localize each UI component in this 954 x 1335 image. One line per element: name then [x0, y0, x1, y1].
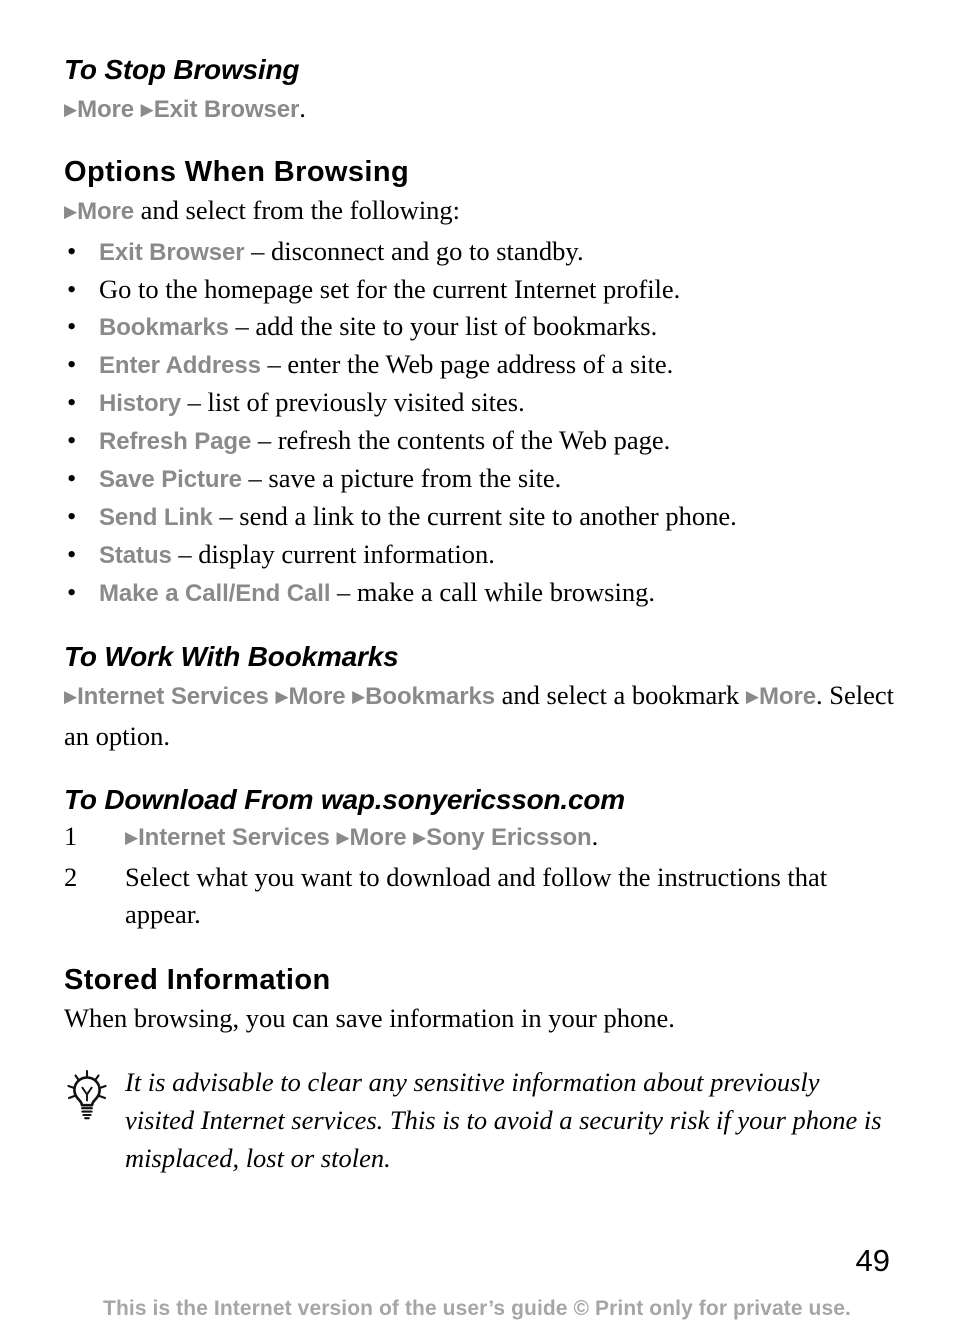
page-number: 49: [855, 1243, 890, 1278]
page-content: To Stop Browsing ▶More ▶Exit Browser. Op…: [64, 52, 894, 1177]
bullet-icon: •: [67, 349, 77, 379]
list-item: 2 Select what you want to download and f…: [64, 859, 894, 933]
download-step-trailing: .: [591, 821, 599, 851]
heading-to-download-from: To Download From wap.sonyericsson.com: [64, 784, 625, 815]
path-arrow-icon: ▶: [64, 100, 78, 120]
path-arrow-icon: ▶: [352, 687, 366, 707]
ui-term-more: More: [759, 683, 816, 710]
list-item: • Make a Call/End Call – make a call whi…: [64, 574, 894, 612]
ui-term-exit-browser: Exit Browser: [99, 239, 245, 266]
path-arrow-icon: ▶: [140, 100, 154, 120]
list-item: • Exit Browser – disconnect and go to st…: [64, 233, 894, 271]
bookmarks-mid-text: and select a bookmark: [495, 680, 746, 710]
bullet-description: – make a call while browsing.: [330, 577, 655, 607]
stored-information-body: When browsing, you can save information …: [64, 1003, 675, 1033]
list-item: • Go to the homepage set for the current…: [64, 271, 894, 308]
ui-term-more: More: [349, 824, 407, 851]
path-arrow-icon: ▶: [64, 687, 78, 707]
heading-to-stop-browsing: To Stop Browsing: [64, 54, 300, 85]
path-arrow-icon: ▶: [275, 687, 289, 707]
list-item: • Send Link – send a link to the current…: [64, 498, 894, 536]
ui-term-refresh-page: Refresh Page: [99, 428, 252, 455]
bullet-icon: •: [67, 539, 77, 569]
bullet-icon: •: [67, 501, 77, 531]
options-intro-text: and select from the following:: [134, 195, 461, 225]
bullet-icon: •: [67, 236, 77, 266]
bullet-icon: •: [67, 425, 77, 455]
bullet-icon: •: [67, 577, 77, 607]
list-item: • Refresh Page – refresh the contents of…: [64, 422, 894, 460]
bullet-description: – add the site to your list of bookmarks…: [228, 311, 658, 341]
work-with-bookmarks-path: ▶Internet Services ▶More ▶Bookmarks and …: [64, 677, 894, 755]
bullet-description: – refresh the contents of the Web page.: [251, 425, 671, 455]
ui-term-make-a-call-end-call: Make a Call/End Call: [99, 580, 331, 607]
ui-term-send-link: Send Link: [99, 504, 213, 531]
ui-term-bookmarks: Bookmarks: [365, 683, 495, 710]
bullet-description: Go to the homepage set for the current I…: [99, 274, 681, 304]
ui-term-bookmarks: Bookmarks: [99, 314, 229, 341]
tip-note-text: It is advisable to clear any sensitive i…: [125, 1067, 882, 1173]
stop-browsing-path-trailing: .: [299, 93, 306, 123]
ui-term-more: More: [77, 96, 135, 123]
bullet-description: – send a link to the current site to ano…: [212, 501, 737, 531]
path-arrow-icon: ▶: [125, 828, 139, 848]
ui-term-sony-ericsson: Sony Ericsson: [426, 824, 592, 851]
options-bullet-list: • Exit Browser – disconnect and go to st…: [64, 233, 894, 612]
bullet-description: – list of previously visited sites.: [181, 387, 525, 417]
list-item: • Bookmarks – add the site to your list …: [64, 308, 894, 346]
list-item: • History – list of previously visited s…: [64, 384, 894, 422]
bullet-icon: •: [67, 311, 77, 341]
ui-term-status: Status: [99, 542, 172, 569]
bullet-description: – display current information.: [171, 539, 495, 569]
bullet-description: – save a picture from the site.: [241, 463, 562, 493]
footer-copyright-note: This is the Internet version of the user…: [103, 1297, 851, 1320]
path-arrow-icon: ▶: [745, 687, 759, 707]
bullet-icon: •: [67, 463, 77, 493]
section-stop-browsing: To Stop Browsing ▶More ▶Exit Browser.: [64, 52, 894, 131]
bullet-icon: •: [67, 387, 77, 417]
heading-options-when-browsing: Options When Browsing: [64, 156, 410, 188]
bullet-description: – enter the Web page address of a site.: [260, 349, 674, 379]
ui-term-more: More: [77, 198, 135, 225]
ui-term-internet-services: Internet Services: [138, 824, 330, 851]
options-intro-line: ▶More and select from the following:: [64, 192, 894, 233]
section-download: To Download From wap.sonyericsson.com 1 …: [64, 782, 894, 933]
path-arrow-icon: ▶: [336, 828, 350, 848]
ui-term-enter-address: Enter Address: [99, 352, 261, 379]
section-work-with-bookmarks: To Work With Bookmarks ▶Internet Service…: [64, 639, 894, 755]
bullet-description: – disconnect and go to standby.: [244, 236, 584, 266]
section-options-when-browsing: Options When Browsing ▶More and select f…: [64, 153, 894, 612]
list-item: 1 ▶Internet Services ▶More ▶Sony Ericsso…: [64, 818, 894, 859]
stop-browsing-path: ▶More ▶Exit Browser.: [64, 90, 894, 131]
ui-term-save-picture: Save Picture: [99, 466, 242, 493]
step-number: 2: [64, 862, 78, 892]
heading-to-work-with-bookmarks: To Work With Bookmarks: [64, 641, 399, 672]
section-stored-information: Stored Information When browsing, you ca…: [64, 961, 894, 1177]
document-page: To Stop Browsing ▶More ▶Exit Browser. Op…: [0, 0, 954, 1335]
path-arrow-icon: ▶: [64, 202, 78, 222]
step-text: Select what you want to download and fol…: [125, 862, 828, 929]
ui-term-history: History: [99, 390, 181, 417]
ui-term-more: More: [288, 683, 346, 710]
list-item: • Status – display current information.: [64, 536, 894, 574]
bullet-icon: •: [67, 274, 77, 304]
list-item: • Save Picture – save a picture from the…: [64, 460, 894, 498]
step-number: 1: [64, 821, 78, 851]
path-arrow-icon: ▶: [413, 828, 427, 848]
ui-term-exit-browser: Exit Browser: [153, 96, 300, 123]
tip-note: It is advisable to clear any sensitive i…: [64, 1063, 894, 1177]
heading-stored-information: Stored Information: [64, 964, 331, 996]
ui-term-internet-services: Internet Services: [77, 683, 269, 710]
tip-lightbulb-icon: [64, 1069, 110, 1121]
download-step-list: 1 ▶Internet Services ▶More ▶Sony Ericsso…: [64, 818, 894, 933]
list-item: • Enter Address – enter the Web page add…: [64, 346, 894, 384]
